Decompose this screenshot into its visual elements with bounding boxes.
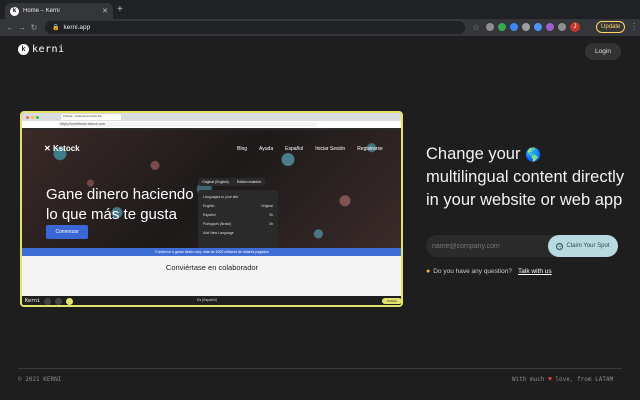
preview-dot: [36, 115, 39, 119]
extensions-row: ☆ J: [470, 22, 580, 32]
tagline-suffix: love, from LATAM: [555, 376, 614, 383]
preview-brand: ✕ Kstock: [44, 144, 80, 153]
preview-browser-chrome: KStock - Autónoma Fotos De: [22, 113, 401, 121]
footer-divider: [18, 368, 622, 369]
preview-tool-active-icon: [66, 297, 74, 305]
preview-dot: [26, 115, 29, 119]
add-language-text: Add New Language: [203, 231, 234, 235]
preview-headline-line: lo que más te gusta: [46, 206, 177, 223]
address-bar[interactable]: 🔒 kerni.app: [45, 21, 465, 34]
extension-icon[interactable]: [498, 23, 506, 31]
preview-toggle-edit: Edition enabled: [236, 180, 261, 184]
preview-nav-item: Iniciar Sesión: [315, 146, 346, 152]
preview-banner: Comience a ganar dinero hoy: más de 1000…: [22, 248, 401, 256]
preview-headline-line: Gane dinero haciendo: [46, 186, 194, 203]
smile-icon: ☺: [556, 242, 564, 250]
contact-prompt: ● Do you have any question? Talk with us: [426, 268, 552, 275]
claim-spot-button[interactable]: ☺ Claim Your Spot: [548, 235, 618, 257]
thinking-emoji-icon: ●: [426, 268, 431, 275]
preview-address-bar: https://contributor.kstock.com: [22, 121, 401, 128]
preview-section-title: Conviértase en colaborador: [165, 263, 259, 272]
headline-part1: Change your: [426, 145, 521, 163]
new-tab-plus-icon[interactable]: +: [117, 4, 123, 15]
language-status: 3h: [269, 222, 273, 226]
preview-toolbar-brand: Kerni: [25, 298, 41, 304]
preview-add-language: Add New Language: [201, 229, 275, 238]
extension-icon[interactable]: [522, 23, 530, 31]
preview-dot: [31, 115, 34, 119]
preview-toolbar-language: Es (Español): [197, 298, 218, 302]
puzzle-icon[interactable]: [558, 23, 566, 31]
preview-headline: Gane dinero haciendo lo que más te gusta: [46, 185, 194, 225]
kerni-favicon-icon: k: [10, 6, 19, 16]
more-vert-icon[interactable]: ⋮: [630, 22, 638, 31]
headline-part2: multilingual content directly in your we…: [426, 168, 625, 209]
preview-tool-icon: [55, 297, 63, 305]
preview-language-row: Português (Brasil) 3h: [201, 220, 275, 229]
preview-nav: Blog Ayuda Español Iniciar Sesión Regist…: [237, 146, 383, 152]
close-icon[interactable]: ✕: [102, 7, 108, 15]
email-field[interactable]: [432, 235, 542, 257]
heart-icon: ♥: [548, 376, 552, 383]
logo-text: kerni: [32, 44, 65, 55]
url-text: kerni.app: [63, 24, 91, 31]
kerni-logo-icon: k: [18, 44, 29, 55]
tagline-prefix: With much: [512, 376, 545, 383]
footer-tagline: With much ♥ love, from LATAM: [512, 376, 613, 383]
preview-nav-item: Blog: [237, 146, 248, 152]
browser-tab-strip: k Home – Kerni ✕ +: [0, 0, 640, 19]
question-text: Do you have any question?: [433, 268, 513, 275]
hero-headline: Change your 🌎 multilingual content direc…: [426, 143, 626, 212]
preview-toggle-original: Original (English): [202, 180, 229, 184]
browser-toolbar: ← → ↻ 🔒 kerni.app ☆ J Update ⋮: [0, 19, 640, 36]
preview-publish: Publish: [382, 298, 401, 304]
preview-language-row: Español 3h: [201, 211, 275, 220]
reload-icon[interactable]: ↻: [28, 23, 40, 32]
login-button[interactable]: Login: [585, 43, 621, 60]
kerni-logo[interactable]: k kerni: [18, 44, 65, 55]
footer-copyright: © 2021 KERNI: [18, 376, 62, 383]
extension-icon[interactable]: [486, 23, 494, 31]
language-name: Español: [203, 213, 216, 217]
preview-brand-text: Kstock: [52, 144, 80, 153]
language-name: English: [203, 204, 215, 208]
product-preview-image: KStock - Autónoma Fotos De https://contr…: [20, 111, 403, 307]
preview-language-dropdown: Languages in your site English Original E…: [198, 190, 278, 256]
preview-hero: ✕ Kstock Blog Ayuda Español Iniciar Sesi…: [22, 130, 401, 256]
preview-language-row: English Original: [201, 202, 275, 211]
language-name: Português (Brasil): [203, 222, 232, 226]
extension-icon[interactable]: [546, 23, 554, 31]
preview-tool-icon: [44, 297, 52, 305]
dropdown-title-text: Languages in your site: [203, 195, 239, 199]
claim-label: Claim Your Spot: [566, 243, 610, 249]
lock-icon: 🔒: [52, 25, 60, 31]
star-icon[interactable]: ☆: [470, 23, 482, 32]
preview-url: https://contributor.kstock.com: [57, 122, 317, 127]
back-arrow-icon[interactable]: ←: [4, 23, 16, 32]
language-status: 3h: [269, 213, 273, 217]
browser-tab[interactable]: k Home – Kerni ✕: [5, 3, 113, 19]
preview-cta: Comenzar: [46, 225, 88, 239]
preview-nav-item: Español: [285, 146, 304, 152]
preview-dropdown-title: Languages in your site: [201, 193, 275, 202]
preview-nav-item: Registrarse: [357, 146, 383, 152]
update-button[interactable]: Update: [596, 21, 626, 33]
kerni-page: k kerni Login KStock - Autónoma Fotos De…: [0, 36, 640, 400]
preview-tab: KStock - Autónoma Fotos De: [61, 114, 121, 120]
forward-arrow-icon[interactable]: →: [16, 23, 28, 32]
signup-form: ☺ Claim Your Spot: [426, 235, 618, 257]
tab-title: Home – Kerni: [23, 8, 60, 14]
preview-edit-toggle: Original (English) Edition enabled: [198, 178, 265, 186]
extension-icon[interactable]: [534, 23, 542, 31]
extension-icon[interactable]: [510, 23, 518, 31]
profile-avatar[interactable]: J: [570, 22, 580, 32]
talk-with-us-link[interactable]: Talk with us: [518, 268, 552, 275]
preview-nav-item: Ayuda: [259, 146, 274, 152]
preview-content: [22, 256, 401, 296]
globe-icon: 🌎: [525, 147, 542, 162]
language-status: Original: [260, 204, 273, 208]
